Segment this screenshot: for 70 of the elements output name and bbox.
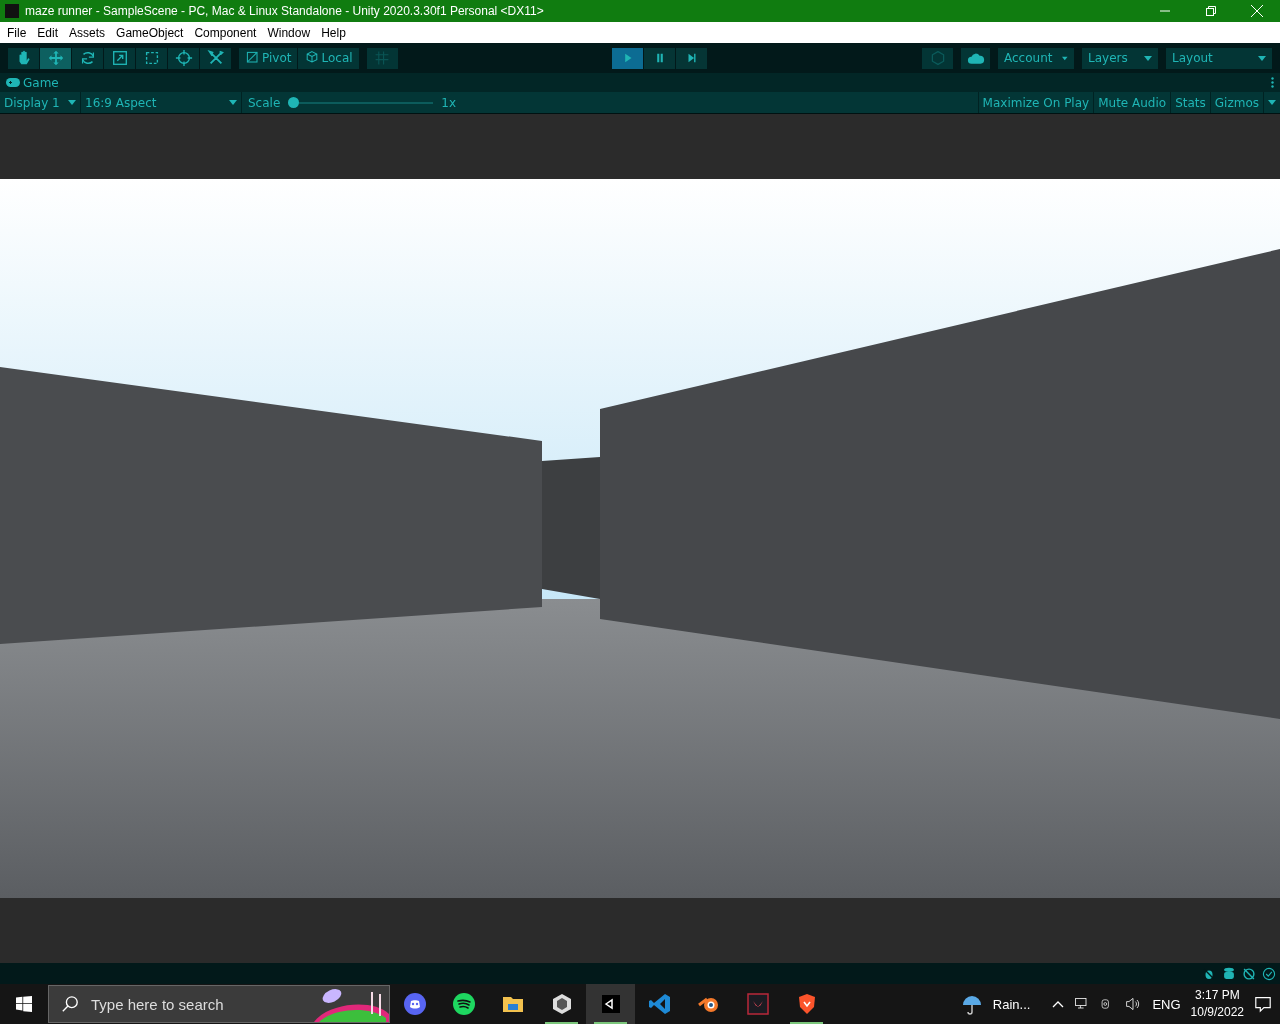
tool-button[interactable]: [40, 47, 71, 69]
menu-item[interactable]: Component: [190, 25, 264, 40]
dropdown[interactable]: Layers: [1082, 47, 1158, 69]
caret-icon: [1258, 55, 1266, 61]
tool-button[interactable]: [72, 47, 103, 69]
dropdown[interactable]: Account: [998, 47, 1074, 69]
app-icon: [5, 4, 19, 18]
tool-button[interactable]: [8, 47, 39, 69]
menu-item[interactable]: GameObject: [112, 25, 191, 40]
scale-icon: [110, 49, 129, 67]
chat-icon: [402, 992, 427, 1016]
caret-icon: [1062, 55, 1068, 61]
display-dropdown[interactable]: Display 1: [0, 92, 81, 113]
square-icon: [245, 50, 261, 66]
menu-item[interactable]: Assets: [65, 25, 113, 40]
hexagon-icon: [929, 50, 946, 66]
caret-icon: [68, 100, 76, 105]
aspect-dropdown[interactable]: 16:9 Aspect: [81, 92, 242, 113]
handle-button[interactable]: Local: [298, 47, 359, 69]
more-icon: [1271, 77, 1274, 88]
menu-item[interactable]: Help: [317, 25, 353, 40]
caret-icon: [1268, 100, 1276, 105]
slider-thumb[interactable]: [288, 96, 300, 108]
menu-item[interactable]: Window: [263, 25, 318, 40]
menu-item[interactable]: File: [3, 25, 34, 40]
search-icon: [61, 995, 79, 1013]
check-circle-icon: [1262, 966, 1276, 981]
caret-icon: [1144, 55, 1152, 61]
toggle-button[interactable]: Gizmos: [1209, 92, 1263, 113]
tool-button[interactable]: [136, 47, 167, 69]
caret-icon: [229, 100, 237, 105]
toggle-button[interactable]: Mute Audio: [1093, 92, 1171, 113]
close-icon: [1251, 5, 1263, 17]
play-control-button[interactable]: [612, 47, 644, 69]
window-title: maze runner - SampleScene - PC, Mac & Linux Standalone - Unity 2020.3.30f1 Personal <DX11>: [24, 4, 545, 18]
search-field[interactable]: Type here to search: [89, 994, 313, 1014]
grid-icon: [374, 50, 391, 66]
move-icon: [46, 49, 65, 67]
language-indicator[interactable]: ENG: [1152, 996, 1181, 1012]
restore-icon: [1206, 6, 1216, 16]
notification-icon: [1254, 995, 1272, 1013]
play-control-button[interactable]: [676, 47, 708, 69]
menu-item[interactable]: Edit: [33, 25, 66, 40]
play-control-button[interactable]: [644, 47, 676, 69]
tool-button[interactable]: [104, 47, 135, 69]
weather-text[interactable]: Rain...: [992, 996, 1031, 1012]
taskbar-app-button[interactable]: [586, 984, 635, 1024]
toggle-button[interactable]: Maximize On Play: [977, 92, 1094, 113]
gamepad-icon: [6, 78, 20, 87]
music-icon: [451, 992, 476, 1016]
search-box[interactable]: Type here to search: [48, 985, 390, 1023]
scale-label: Scale: [248, 95, 281, 110]
windows-icon: [16, 996, 32, 1012]
tools-icon: [206, 49, 225, 67]
database-icon: [1222, 966, 1236, 981]
tool-button[interactable]: [168, 47, 199, 69]
chevron-up-icon: [1052, 1000, 1065, 1008]
scale-reading: 1x: [441, 95, 457, 110]
cloud-button[interactable]: [961, 47, 990, 69]
game-tab[interactable]: Game: [6, 75, 59, 90]
dropdown[interactable]: Layout: [1166, 47, 1272, 69]
cloud-icon: [966, 51, 985, 65]
umbrella-icon: [960, 993, 983, 1015]
toggle-button[interactable]: Stats: [1170, 92, 1210, 113]
transform-icon: [174, 49, 193, 67]
code-icon: [647, 992, 672, 1016]
tool-button[interactable]: [200, 47, 231, 69]
v-logo-icon: [745, 992, 770, 1016]
clock[interactable]: 3:17 PM 10/9/2022: [1190, 987, 1244, 1021]
handle-button[interactable]: Pivot: [239, 47, 298, 69]
